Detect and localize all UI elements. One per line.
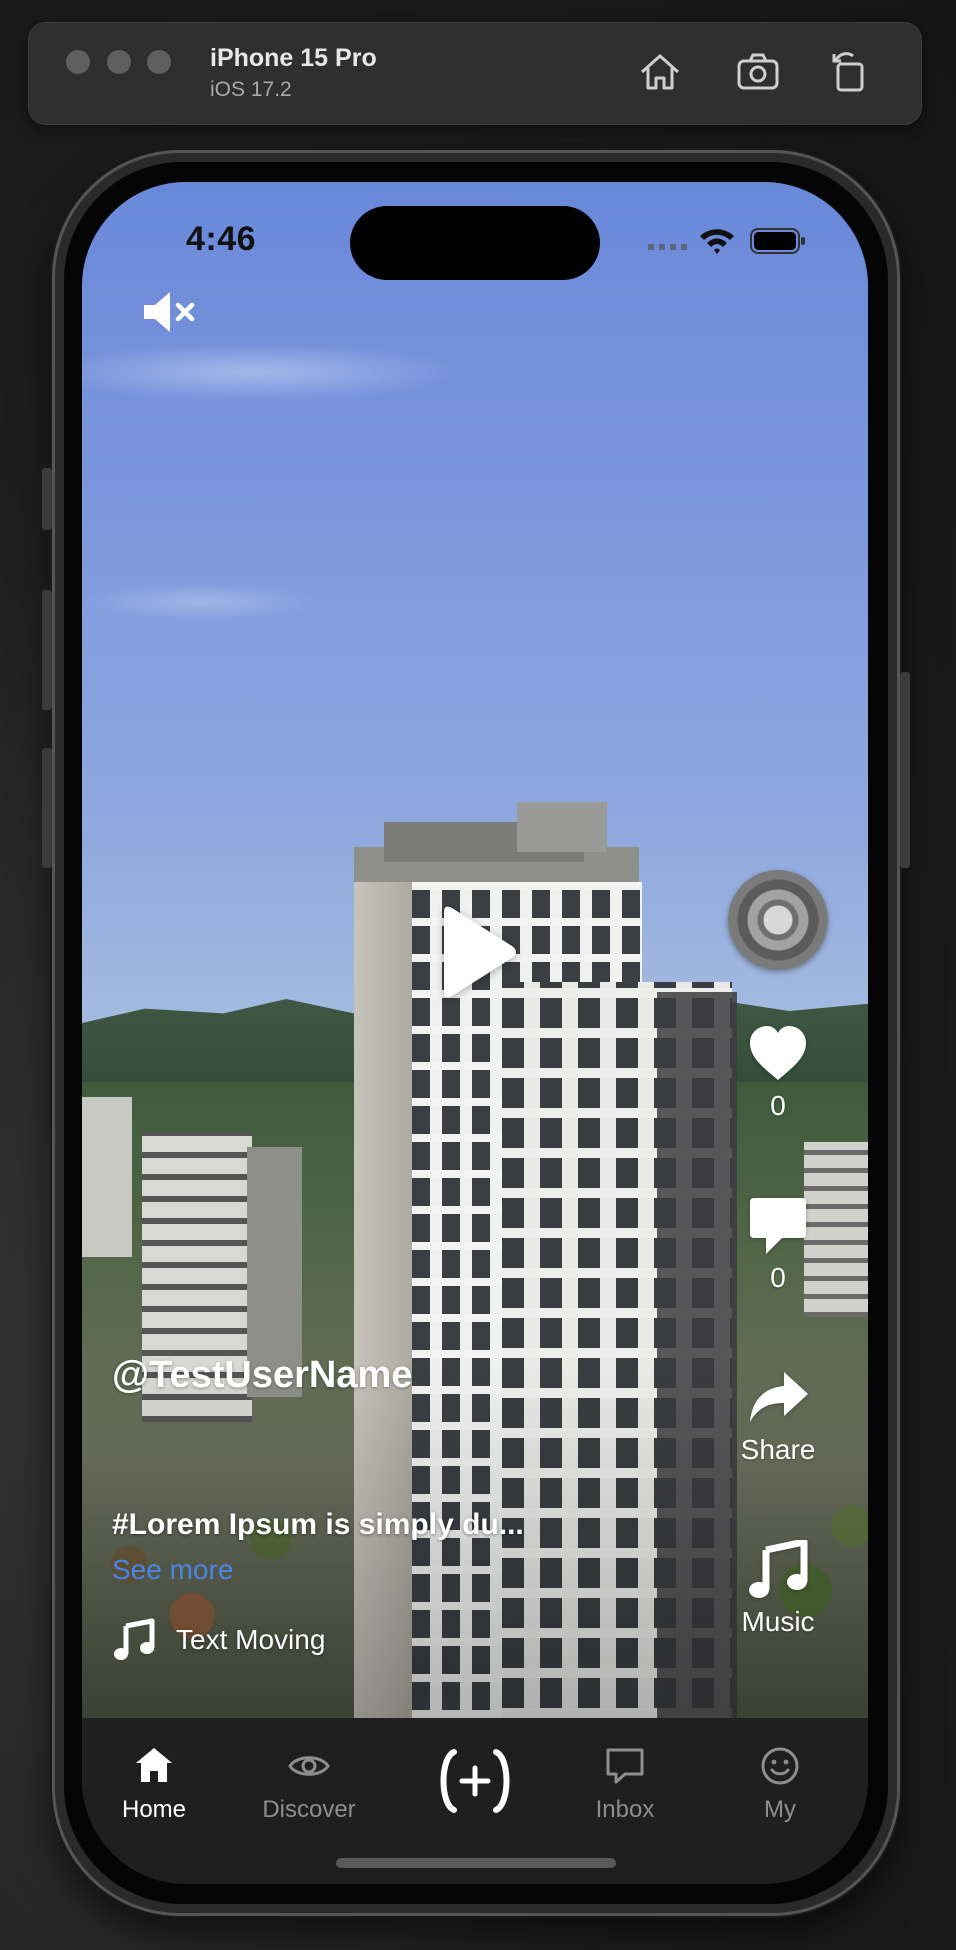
sound-info[interactable]: Text Moving — [112, 1618, 325, 1662]
rotate-icon[interactable] — [826, 48, 874, 96]
author-avatar[interactable] — [728, 870, 828, 970]
volume-up-button — [42, 590, 52, 710]
sound-name: Text Moving — [176, 1624, 326, 1655]
speaker-muted-icon — [144, 292, 195, 332]
video-frame-cloud — [82, 582, 322, 622]
battery-icon — [750, 228, 806, 254]
volume-down-button — [42, 748, 52, 868]
music-label: Music — [741, 1606, 815, 1637]
power-button — [900, 672, 910, 868]
action-button — [42, 468, 52, 530]
tab-home-label: Home — [121, 1796, 187, 1823]
share-label: Share — [740, 1434, 816, 1465]
tab-inbox[interactable]: Inbox — [560, 1744, 690, 1824]
tab-discover-label: Discover — [262, 1796, 356, 1823]
wifi-icon — [698, 226, 736, 256]
window-zoom-button[interactable] — [147, 50, 171, 74]
status-time: 4:46 — [186, 220, 257, 258]
like-count: 0 — [770, 1090, 786, 1121]
video-frame-tower-cap — [517, 802, 607, 852]
comment-button[interactable]: 0 — [718, 1196, 838, 1294]
create-icon — [440, 1749, 510, 1813]
comment-count: 0 — [770, 1262, 786, 1293]
video-frame-building — [82, 1097, 132, 1257]
tab-discover[interactable]: Discover — [244, 1744, 374, 1824]
share-icon — [746, 1368, 810, 1428]
author-username[interactable]: @TestUserName — [112, 1354, 412, 1397]
play-button[interactable] — [430, 902, 520, 1002]
share-button[interactable]: Share — [718, 1368, 838, 1466]
simulator-os-version: iOS 17.2 — [210, 78, 292, 101]
mute-toggle-button[interactable] — [140, 288, 200, 336]
cellular-icon — [648, 244, 688, 250]
music-button[interactable]: Music — [718, 1538, 838, 1638]
screenshot-icon[interactable] — [734, 48, 782, 96]
inbox-icon — [603, 1744, 647, 1788]
dynamic-island — [350, 206, 600, 280]
app-screen: 4:46 0 0 Share Music @TestUserName #Lore… — [82, 182, 868, 1884]
tab-home[interactable]: Home — [89, 1744, 219, 1824]
home-icon[interactable] — [636, 48, 684, 96]
tab-my[interactable]: My — [715, 1744, 845, 1824]
home-icon — [132, 1744, 176, 1788]
comment-icon — [746, 1196, 810, 1256]
like-button[interactable]: 0 — [718, 1024, 838, 1122]
smiley-icon — [758, 1744, 802, 1788]
video-caption: #Lorem Ipsum is simply du... — [112, 1508, 524, 1541]
tab-inbox-label: Inbox — [595, 1796, 655, 1823]
music-note-icon — [746, 1538, 810, 1600]
see-more-link[interactable]: See more — [112, 1554, 233, 1586]
simulator-device-name: iPhone 15 Pro — [210, 44, 377, 72]
play-icon — [444, 906, 516, 998]
window-close-button[interactable] — [66, 50, 90, 74]
heart-icon — [746, 1024, 810, 1084]
music-note-icon — [112, 1618, 156, 1662]
tab-my-label: My — [764, 1796, 796, 1823]
home-indicator[interactable] — [336, 1858, 616, 1868]
eye-icon — [287, 1744, 331, 1788]
window-minimize-button[interactable] — [107, 50, 131, 74]
create-video-button[interactable] — [432, 1748, 518, 1814]
